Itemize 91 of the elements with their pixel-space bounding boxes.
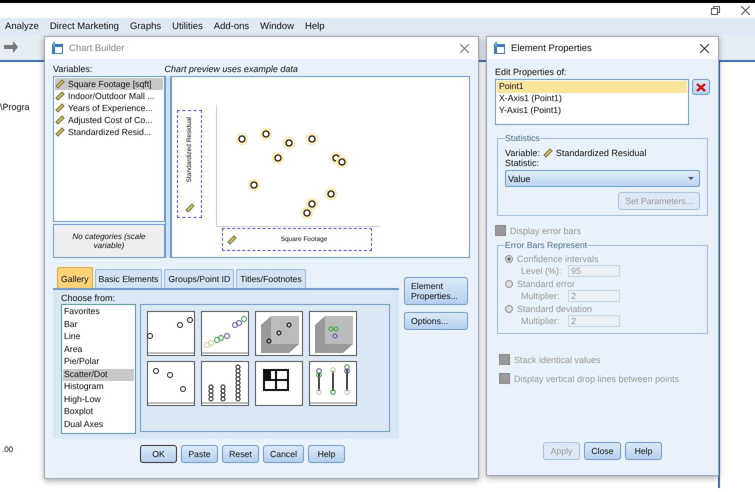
chart-type-item[interactable]: Favorites (63, 306, 134, 318)
menu-item[interactable]: Utilities (172, 20, 203, 32)
matrix-thumbnail[interactable] (255, 361, 303, 406)
dot-plot-thumbnail[interactable] (201, 361, 249, 406)
ruler-icon (184, 203, 194, 213)
axis-value: .00 (2, 445, 14, 454)
3d-scatter-thumbnail[interactable] (255, 311, 303, 356)
group-title: Error Bars Represent (505, 240, 588, 250)
close-icon[interactable] (741, 6, 750, 15)
chart-type-item[interactable]: Scatter/Dot (63, 368, 134, 381)
variables-label: Variables: (53, 64, 92, 74)
data-point (325, 188, 337, 200)
chart-type-item[interactable]: Pie/Polar (63, 356, 134, 368)
dialog-button[interactable]: Cancel (262, 445, 304, 463)
ruler-icon (227, 234, 237, 244)
close-icon[interactable] (700, 44, 709, 52)
menu-item[interactable]: Help (304, 20, 324, 32)
redo-icon[interactable] (4, 41, 18, 53)
drop-line-thumbnail[interactable] (309, 361, 357, 406)
group-title: Statistics (505, 133, 540, 143)
checkbox-label: Display vertical drop lines between points (514, 374, 680, 384)
edit-properties-label: Edit Properties of: (495, 67, 568, 77)
window-title: Chart Builder (69, 42, 126, 54)
radio-label: Confidence intervals (517, 254, 599, 264)
menu-item[interactable]: Analyze (5, 20, 39, 32)
preview-caption: Chart preview uses example data (164, 64, 298, 74)
checkbox-label: Stack identical values (514, 354, 601, 364)
chart-type-item[interactable]: Bar (63, 318, 134, 331)
checkbox-label: Display error bars (510, 226, 582, 236)
data-point (260, 128, 272, 140)
window-title: Element Properties (511, 42, 593, 54)
app-icon (51, 42, 64, 54)
data-point (248, 179, 260, 191)
dialog-button[interactable]: Help (625, 442, 662, 460)
variable-name: Standardized Residual (556, 148, 646, 158)
side-button[interactable]: Element Properties... (404, 277, 468, 305)
element-item[interactable]: Point1 (497, 81, 688, 93)
tab[interactable]: Basic Elements (94, 269, 162, 288)
chart-type-item[interactable]: Area (63, 344, 134, 356)
variable-item[interactable]: Standardized Resid... (55, 126, 163, 138)
menu-item[interactable]: Window (260, 20, 294, 32)
menu-item[interactable]: Direct Marketing (50, 20, 119, 32)
dialog-button[interactable]: Help (308, 445, 346, 463)
statistic-label: Statistic: (505, 158, 540, 168)
data-point (236, 133, 248, 145)
data-point (301, 207, 313, 219)
chart-type-item[interactable]: Histogram (63, 381, 134, 394)
dialog-button[interactable]: Reset (222, 445, 259, 463)
field-label: Multiplier: (520, 316, 561, 326)
grouped-3d-scatter-thumbnail[interactable] (309, 311, 357, 356)
summary-point-thumbnail[interactable] (147, 361, 195, 406)
data-point (306, 133, 318, 145)
chart-type-item[interactable]: Dual Axes (63, 418, 134, 431)
dialog-button[interactable]: Close (584, 442, 621, 460)
variable-label: Variable: (505, 148, 540, 158)
delete-icon (696, 82, 706, 92)
variable-item[interactable]: Indoor/Outdoor Mall ... (55, 90, 163, 102)
data-point (272, 152, 284, 164)
menu-item[interactable]: Add-ons (214, 20, 250, 32)
element-item[interactable]: X-Axis1 (Point1) (497, 93, 688, 105)
chart-type-item[interactable]: Boxplot (63, 406, 134, 418)
field-label: Level (%): (520, 266, 563, 276)
element-item[interactable]: Y-Axis1 (Point1) (497, 105, 688, 117)
variable-item[interactable]: Adjusted Cost of Co... (55, 114, 163, 126)
grouped-scatter-thumbnail[interactable] (201, 311, 249, 356)
path-text: \Progra (0, 102, 30, 112)
chart-type-item[interactable]: High-Low (63, 394, 134, 406)
delete-button[interactable] (692, 79, 710, 95)
variable-item[interactable]: Square Footage [sqft] (55, 78, 163, 90)
data-point (336, 156, 348, 168)
tab[interactable]: Titles/Footnotes (236, 269, 306, 288)
app-icon (493, 42, 506, 54)
dialog-button[interactable]: OK (140, 445, 177, 463)
ruler-icon (542, 148, 553, 158)
statistic-dropdown[interactable]: Value (505, 170, 700, 187)
categories-note: No categories (scale variable) (72, 232, 146, 250)
dialog-button[interactable]: Paste (180, 445, 218, 463)
variable-item[interactable]: Years of Experience... (55, 102, 163, 114)
restore-icon[interactable] (711, 6, 720, 15)
radio-label: Standard error (517, 279, 576, 289)
chart-type-item[interactable]: Line (63, 331, 134, 344)
tab[interactable]: Gallery (57, 267, 93, 288)
radio-label: Standard deviation (517, 304, 592, 314)
menu-item[interactable]: Graphs (130, 20, 162, 32)
choose-from-label: Choose from: (61, 293, 116, 303)
tab[interactable]: Groups/Point ID (164, 269, 234, 288)
data-point (283, 137, 295, 149)
simple-scatter-thumbnail[interactable] (147, 311, 195, 356)
dropdown-arrow-icon (688, 177, 694, 180)
field-label: Multiplier: (520, 291, 561, 301)
side-button[interactable]: Options... (404, 312, 468, 330)
